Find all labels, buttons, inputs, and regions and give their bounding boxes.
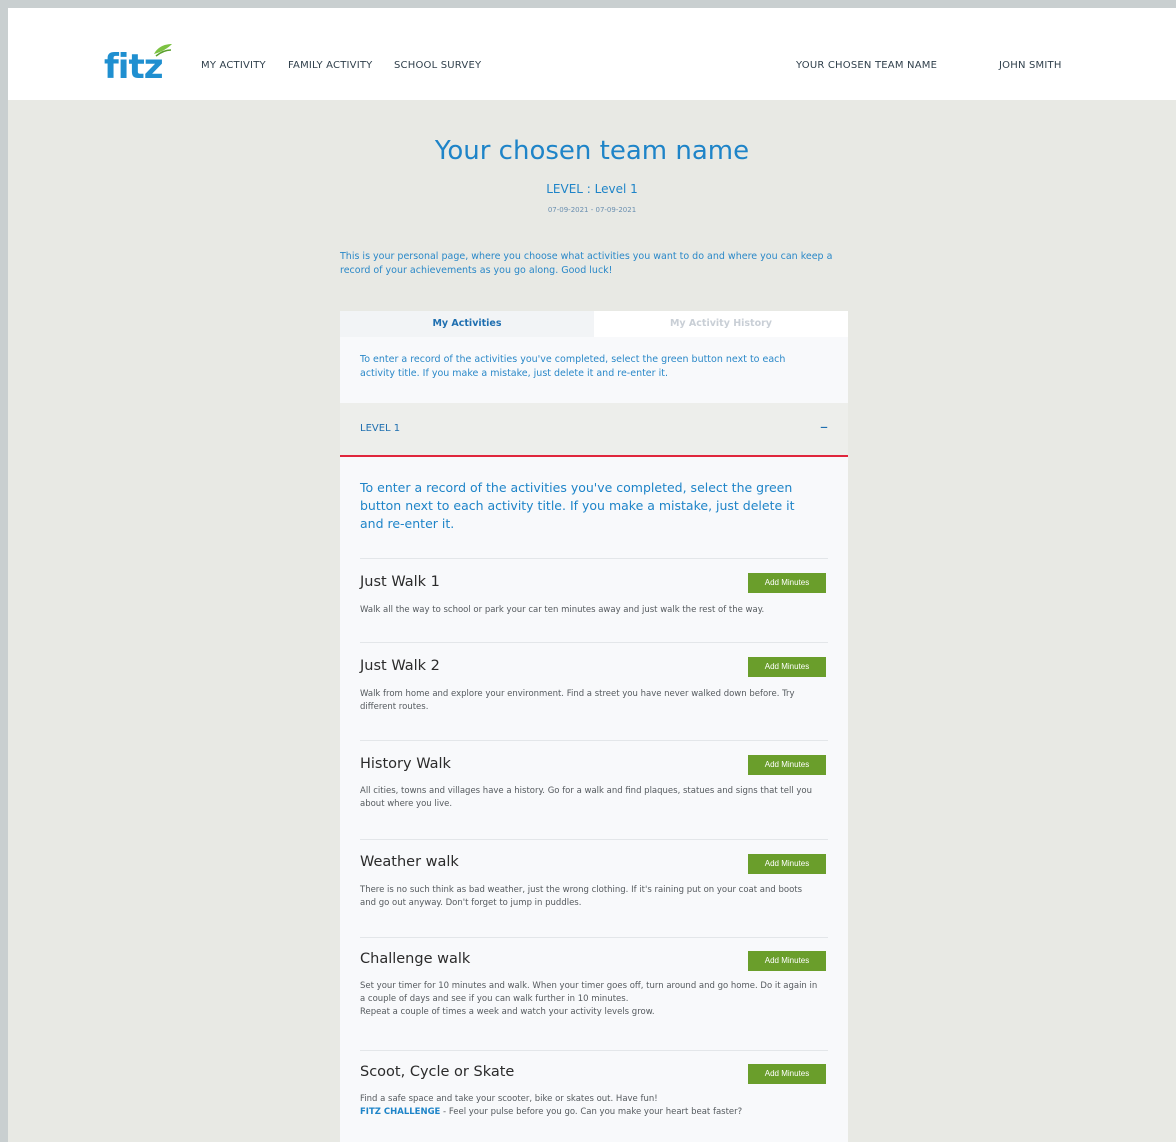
page-frame: fitz MY ACTIVITY FAMILY ACTIVITY SCHOOL … xyxy=(8,8,1176,1142)
activity-description-extra: Repeat a couple of times a week and watc… xyxy=(360,1007,655,1017)
level-accordion-header[interactable]: LEVEL 1 – xyxy=(340,403,848,457)
add-minutes-button[interactable]: Add Minutes xyxy=(748,755,826,775)
tab-my-activities[interactable]: My Activities xyxy=(340,311,594,337)
tab-bar: My Activities My Activity History xyxy=(340,311,848,337)
add-minutes-button[interactable]: Add Minutes xyxy=(748,951,826,971)
activity-item: History Walk Add Minutes All cities, tow… xyxy=(360,740,828,839)
activities-panel: My Activities My Activity History To ent… xyxy=(340,311,848,1142)
collapse-icon[interactable]: – xyxy=(820,417,828,436)
activity-description: All cities, towns and villages have a hi… xyxy=(360,786,812,809)
activity-title: Scoot, Cycle or Skate xyxy=(360,1064,515,1080)
page-title: Your chosen team name xyxy=(434,136,750,166)
activity-description: Walk all the way to school or park your … xyxy=(360,605,765,615)
add-minutes-button[interactable]: Add Minutes xyxy=(748,1064,826,1084)
intro-text: This is your personal page, where you ch… xyxy=(340,251,833,276)
activity-title: Challenge walk xyxy=(360,951,471,967)
activity-item: Scoot, Cycle or Skate Add Minutes Find a… xyxy=(360,1050,828,1142)
date-range: 07-09-2021 - 07-09-2021 xyxy=(547,206,637,214)
add-minutes-button[interactable]: Add Minutes xyxy=(748,854,826,874)
top-nav: fitz MY ACTIVITY FAMILY ACTIVITY SCHOOL … xyxy=(8,8,1176,100)
add-minutes-button[interactable]: Add Minutes xyxy=(748,657,826,677)
activity-title: History Walk xyxy=(360,756,451,772)
activity-title: Just Walk 2 xyxy=(360,658,440,674)
activity-description: Walk from home and explore your environm… xyxy=(360,689,795,712)
tab-my-activity-history[interactable]: My Activity History xyxy=(594,311,848,337)
activity-item: Just Walk 2 Add Minutes Walk from home a… xyxy=(360,642,828,740)
activity-description: There is no such think as bad weather, j… xyxy=(360,885,803,908)
activity-item: Weather walk Add Minutes There is no suc… xyxy=(360,839,828,937)
fitz-logo[interactable]: fitz xyxy=(104,44,174,88)
accordion-label: LEVEL 1 xyxy=(360,423,401,434)
leaf-icon xyxy=(154,44,172,57)
activity-item: Just Walk 1 Add Minutes Walk all the way… xyxy=(360,558,828,642)
nav-my-activity[interactable]: MY ACTIVITY xyxy=(201,60,266,71)
fitz-challenge-label: FITZ CHALLENGE xyxy=(360,1107,441,1117)
nav-family-activity[interactable]: FAMILY ACTIVITY xyxy=(288,60,373,71)
panel-intro-text: To enter a record of the activities you'… xyxy=(360,354,786,379)
activity-challenge: FITZ CHALLENGE - Feel your pulse before … xyxy=(360,1106,820,1119)
nav-user-name[interactable]: JOHN SMITH xyxy=(999,60,1062,71)
section-lead-text: To enter a record of the activities you'… xyxy=(360,480,795,531)
activity-item: Challenge walk Add Minutes Set your time… xyxy=(360,937,828,1050)
activity-title: Weather walk xyxy=(360,854,459,870)
activity-description: Set your timer for 10 minutes and walk. … xyxy=(360,981,818,1004)
nav-school-survey[interactable]: SCHOOL SURVEY xyxy=(394,60,481,71)
activity-description: Find a safe space and take your scooter,… xyxy=(360,1094,658,1104)
level-label: LEVEL : Level 1 xyxy=(546,182,638,196)
activity-title: Just Walk 1 xyxy=(360,574,440,590)
add-minutes-button[interactable]: Add Minutes xyxy=(748,573,826,593)
nav-team-name[interactable]: YOUR CHOSEN TEAM NAME xyxy=(796,60,937,71)
fitz-challenge-text: - Feel your pulse before you go. Can you… xyxy=(440,1107,743,1117)
